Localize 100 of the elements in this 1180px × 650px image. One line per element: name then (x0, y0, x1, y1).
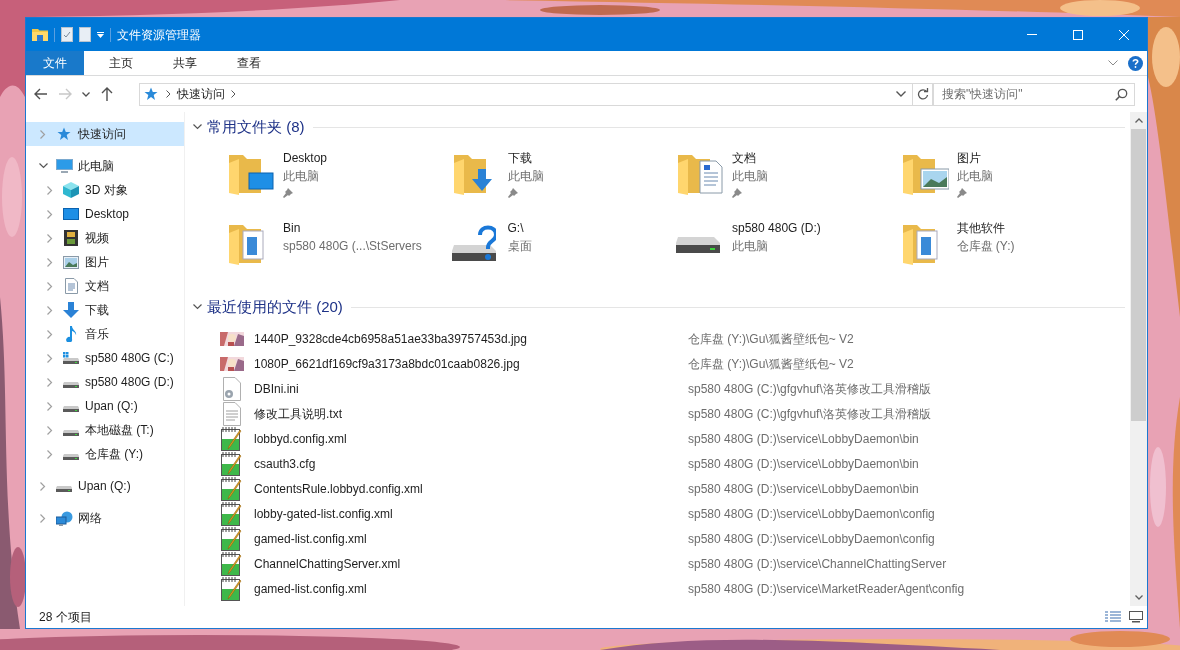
file-path: sp580 480G (D:)\service\LobbyDaemon\bin (688, 455, 919, 473)
search-field[interactable]: 搜索"快速访问" (933, 82, 1135, 106)
checked-document-icon[interactable] (61, 27, 73, 42)
tree-item[interactable]: 3D 对象 (26, 178, 184, 202)
file-name: 修改工具说明.txt (254, 405, 343, 423)
window-title: 文件资源管理器 (117, 26, 201, 44)
tree-item[interactable]: 音乐 (26, 322, 184, 346)
scroll-up-icon[interactable] (1134, 118, 1143, 123)
drive-icon (63, 352, 79, 364)
star-icon (57, 127, 71, 141)
file-row[interactable]: lobbyd.config.xml sp580 480G (D:)\service\LobbyDaemon\bin (193, 426, 1125, 451)
folder-name: 图片 (956, 150, 982, 167)
network-icon (55, 510, 73, 526)
folder-tile[interactable]: 图片 此电脑 (900, 140, 1125, 210)
cube-icon (63, 182, 79, 198)
tree-item[interactable]: Upan (Q:) (26, 474, 184, 498)
folder-tile[interactable]: G:\ 桌面 (451, 210, 676, 280)
file-path: 仓库盘 (Y:)\Gu\狐酱壁纸包~ V2 (688, 355, 854, 373)
notepad-icon (221, 501, 243, 526)
pin-icon (283, 188, 293, 198)
chevron-icon[interactable] (193, 124, 202, 130)
file-name: 1080P_6621df169cf9a3173a8bdc01caab0826.jpg (254, 355, 521, 373)
chevron-icon[interactable] (38, 163, 48, 169)
address-bar[interactable]: 快速访问 (138, 82, 933, 106)
file-row[interactable]: gamed-list.config.xml sp580 480G (D:)\service\LobbyDaemon\config (193, 526, 1125, 551)
ribbon-tab[interactable]: 查看 (222, 51, 276, 75)
notepad-icon (221, 576, 243, 601)
file-path: sp580 480G (D:)\service\LobbyDaemon\config (688, 505, 935, 523)
folder-name: Desktop (283, 150, 328, 167)
file-row[interactable]: 1080P_6621df169cf9a3173a8bdc01caab0826.jpg 仓库盘 (Y:)\Gu\狐酱壁纸包~ V2 (193, 351, 1125, 376)
folder-tile[interactable]: 下载 此电脑 (451, 140, 676, 210)
refresh-icon[interactable] (916, 88, 929, 100)
tree-item[interactable]: 本地磁盘 (T:) (26, 418, 184, 442)
folder-tile[interactable]: Bin sp580 480G (...\StServers (227, 210, 452, 280)
large-icons-view-icon[interactable] (1129, 611, 1143, 623)
tree-item[interactable]: 文档 (26, 274, 184, 298)
tree-item[interactable]: sp580 480G (D:) (26, 370, 184, 394)
file-row[interactable]: csauth3.cfg sp580 480G (D:)\service\LobbyDaemon\bin (193, 451, 1125, 476)
section-header[interactable]: 最近使用的文件 (20) (207, 295, 343, 319)
settings-file-icon (223, 376, 241, 401)
folder-name: 其他软件 (956, 220, 1006, 237)
ribbon-tab[interactable]: 主页 (94, 51, 148, 75)
pin-icon (507, 188, 518, 198)
notepad-icon (221, 426, 243, 451)
folder-location: 此电脑 (283, 168, 320, 185)
chevron-icon[interactable] (193, 304, 202, 310)
chevron-icon[interactable] (230, 90, 236, 98)
folder-location: 此电脑 (732, 168, 768, 185)
file-row[interactable]: 修改工具说明.txt sp580 480G (C:)\gfgvhuf\洛英修改工具滑稽版 (193, 401, 1125, 426)
file-path: sp580 480G (D:)\service\ChannelChattingServer (688, 555, 947, 573)
tree-item[interactable]: 图片 (26, 250, 184, 274)
scrollbar[interactable] (1130, 112, 1147, 606)
file-row[interactable]: 1440P_9328cde4cb6958a51ae33ba39757453d.jpg 仓库盘 (Y:)\Gu\狐酱壁纸包~ V2 (193, 326, 1125, 351)
scrollbar-thumb[interactable] (1131, 129, 1146, 421)
image-icon (63, 255, 79, 269)
tree-item[interactable]: Upan (Q:) (26, 394, 184, 418)
chevron-icon[interactable] (1108, 60, 1118, 66)
chevron-icon[interactable] (82, 91, 90, 97)
tree-item[interactable]: 网络 (26, 506, 184, 530)
tree-item[interactable]: 此电脑 (26, 154, 184, 178)
file-row[interactable]: gamed-list.config.xml sp580 480G (D:)\service\MarketReaderAgent\config (193, 576, 1125, 601)
file-name: csauth3.cfg (254, 455, 317, 473)
folder-location: 仓库盘 (Y:) (956, 238, 1015, 255)
file-row[interactable]: lobby-gated-list.config.xml sp580 480G (D:)\service\LobbyDaemon\config (193, 501, 1125, 526)
tree-item[interactable]: 视频 (26, 226, 184, 250)
details-view-icon[interactable] (1105, 611, 1121, 623)
section-header[interactable]: 常用文件夹 (8) (207, 115, 305, 139)
tree-item[interactable]: Desktop (26, 202, 184, 226)
close-icon (1119, 29, 1129, 40)
ribbon-tab[interactable]: 共享 (158, 51, 212, 75)
document-icon[interactable] (79, 27, 91, 42)
folder-tile[interactable]: 其他软件 仓库盘 (Y:) (900, 210, 1125, 280)
breadcrumb[interactable]: 快速访问 (170, 85, 231, 103)
file-name: lobbyd.config.xml (254, 430, 348, 448)
folder-tile[interactable]: 文档 此电脑 (676, 140, 901, 210)
file-path: sp580 480G (D:)\service\LobbyDaemon\config (688, 530, 935, 548)
dropdown-chevron-icon[interactable] (896, 91, 906, 97)
chevron-icon[interactable] (165, 90, 171, 98)
file-row[interactable]: DBIni.ini sp580 480G (C:)\gfgvhuf\洛英修改工具滑稽版 (193, 376, 1125, 401)
help-icon[interactable] (1128, 55, 1143, 71)
folder-tile[interactable]: Desktop 此电脑 (227, 140, 452, 210)
file-row[interactable]: ChannelChattingServer.xml sp580 480G (D:)\service\ChannelChattingServer (193, 551, 1125, 576)
tree-item[interactable]: 快速访问 (26, 122, 184, 146)
folder-location: sp580 480G (...\StServers (283, 238, 422, 255)
scroll-down-icon[interactable] (1134, 595, 1143, 600)
monitor-icon (63, 208, 79, 220)
tree-item[interactable]: 下载 (26, 298, 184, 322)
folder-icon[interactable] (32, 28, 48, 41)
up-arrow-icon[interactable] (100, 87, 114, 101)
folder-name: G:\ (507, 220, 525, 237)
file-row[interactable]: ContentsRule.lobbyd.config.xml sp580 480G (D:)\service\LobbyDaemon\bin (193, 476, 1125, 501)
file-path: sp580 480G (C:)\gfgvhuf\洛英修改工具滑稽版 (688, 380, 931, 398)
tree-item[interactable]: 仓库盘 (Y:) (26, 442, 184, 466)
back-arrow-icon[interactable] (34, 87, 48, 101)
file-name: lobby-gated-list.config.xml (254, 505, 394, 523)
dropdown-caret-icon[interactable] (97, 31, 104, 38)
tree-item[interactable]: sp580 480G (C:) (26, 346, 184, 370)
folder-tile[interactable]: sp580 480G (D:) 此电脑 (676, 210, 901, 280)
folder-name: Bin (283, 220, 302, 237)
folder-location: 此电脑 (956, 168, 993, 185)
